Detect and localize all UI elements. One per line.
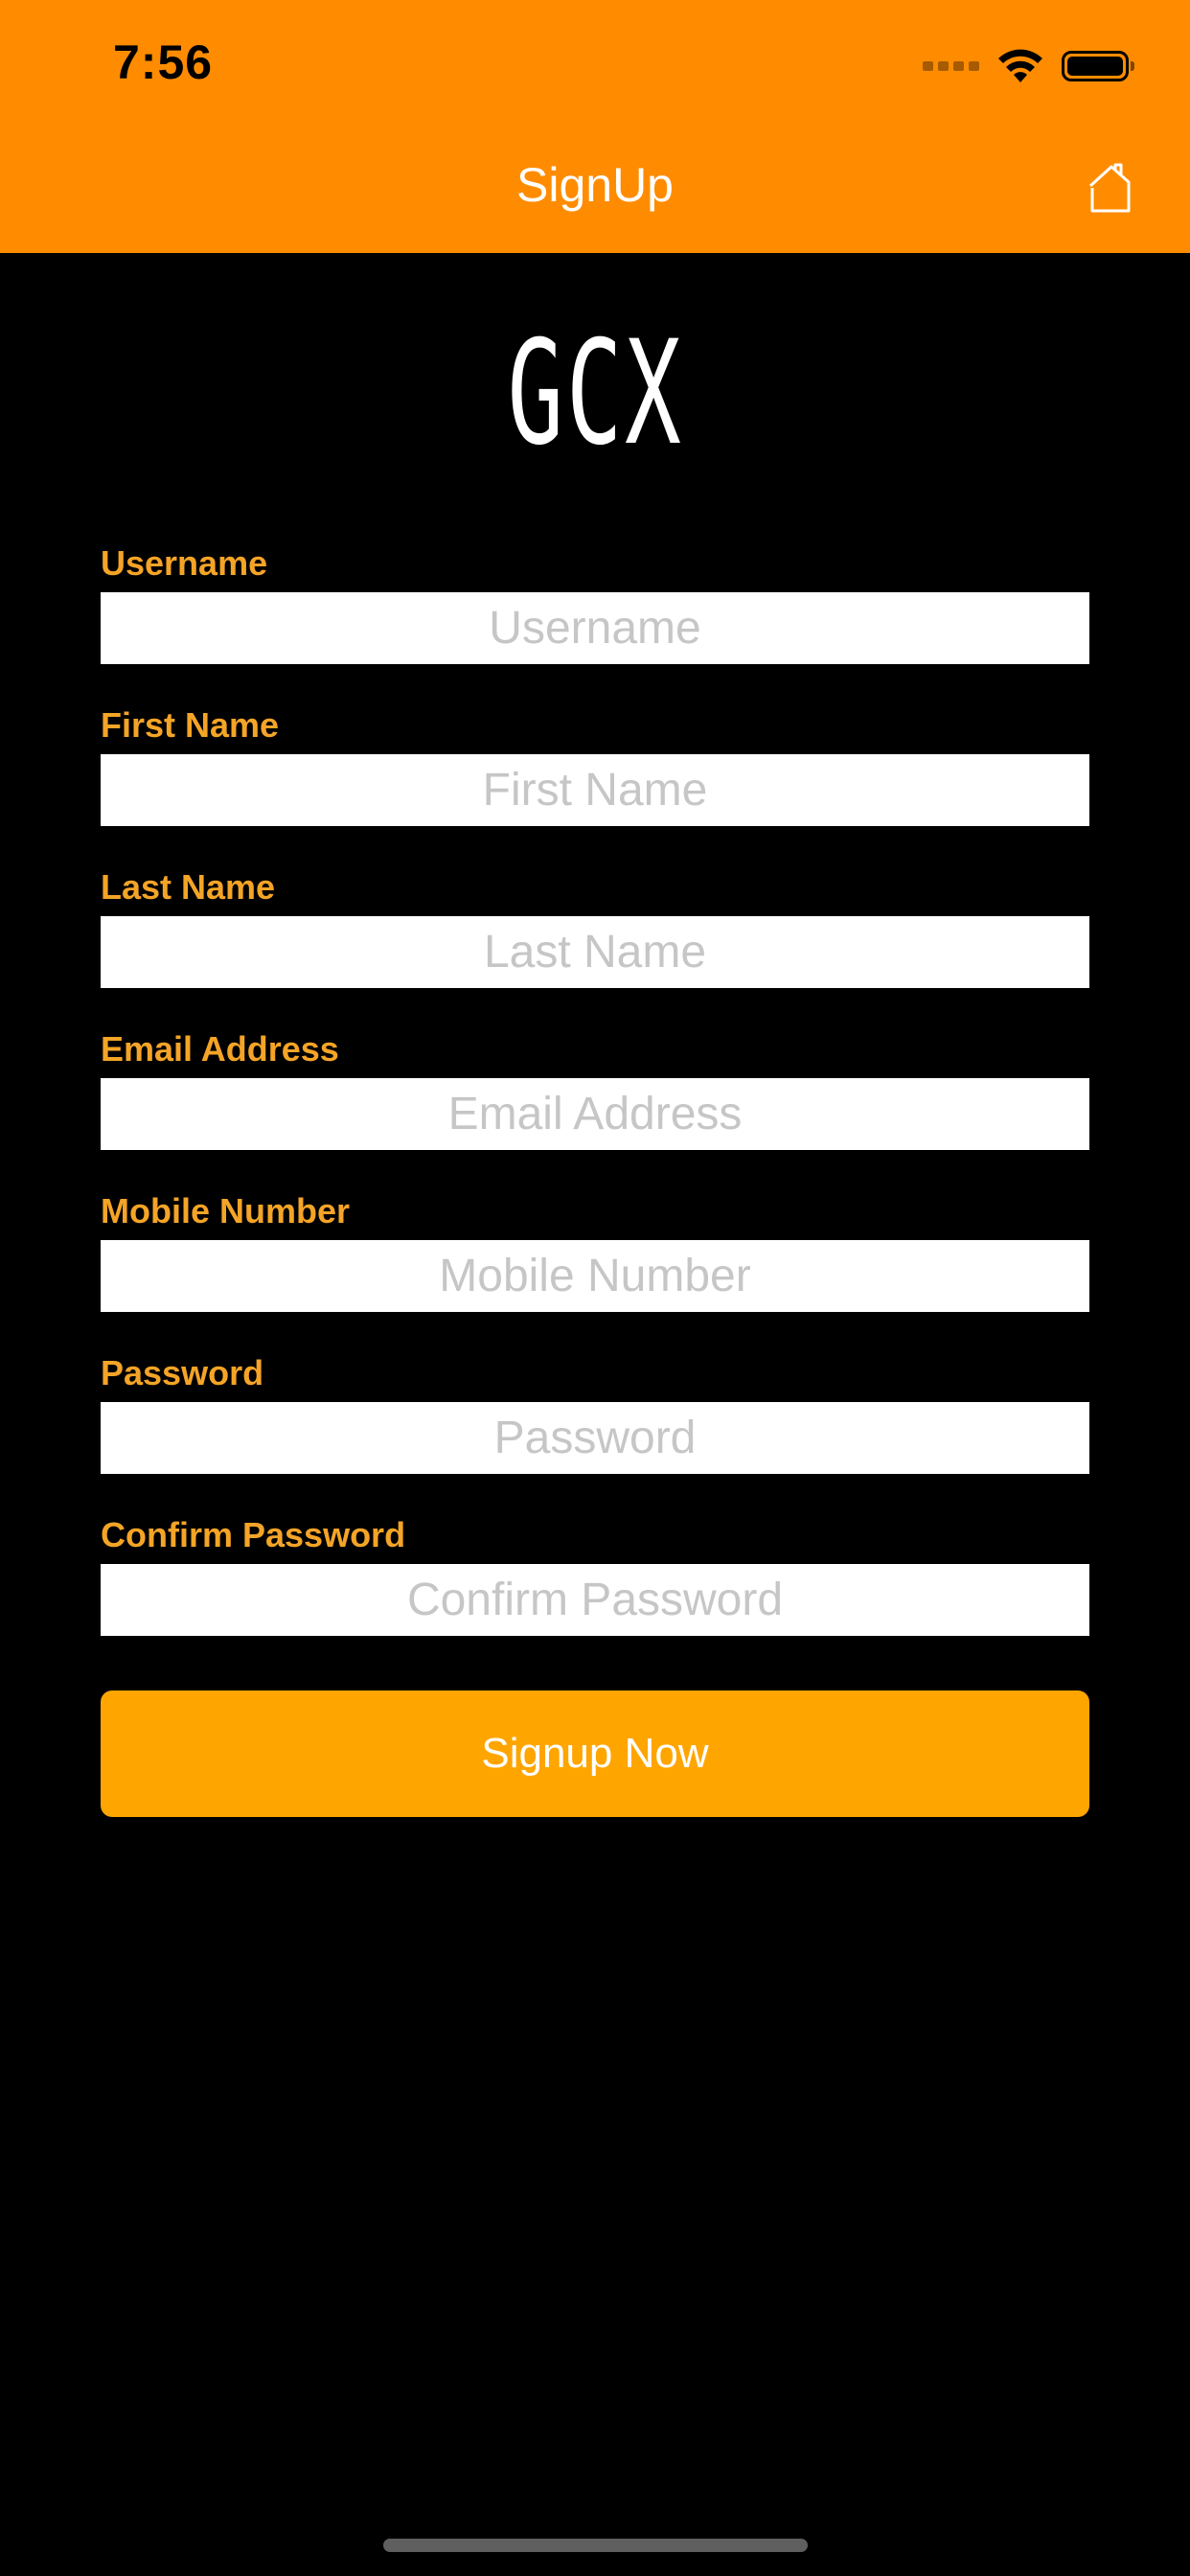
mobile-label: Mobile Number xyxy=(101,1191,351,1230)
last-name-label: Last Name xyxy=(101,867,276,907)
username-label: Username xyxy=(101,543,268,583)
email-input[interactable] xyxy=(101,1078,1089,1150)
password-label: Password xyxy=(101,1353,264,1392)
signup-form: Username First Name Last Name Email Addr… xyxy=(101,533,1089,1667)
email-label: Email Address xyxy=(101,1029,339,1069)
confirm-password-label: Confirm Password xyxy=(101,1515,406,1554)
wifi-icon xyxy=(998,49,1042,82)
battery-icon xyxy=(1062,51,1134,81)
username-input[interactable] xyxy=(101,592,1089,664)
confirm-password-input[interactable] xyxy=(101,1564,1089,1636)
logo-text: GCX xyxy=(507,310,683,477)
mobile-input[interactable] xyxy=(101,1240,1089,1312)
password-input[interactable] xyxy=(101,1402,1089,1474)
home-icon[interactable] xyxy=(1083,159,1140,217)
status-time: 7:56 xyxy=(113,35,214,89)
first-name-label: First Name xyxy=(101,705,280,745)
app-header: 7:56 SignUp xyxy=(0,0,1190,253)
signup-button[interactable]: Signup Now xyxy=(101,1690,1089,1817)
first-name-input[interactable] xyxy=(101,754,1089,826)
signal-icon xyxy=(923,61,979,71)
status-icons xyxy=(923,42,1134,90)
app-logo: GCX xyxy=(0,310,1190,477)
page-title: SignUp xyxy=(516,158,674,212)
home-indicator[interactable] xyxy=(383,2539,808,2552)
last-name-input[interactable] xyxy=(101,916,1089,988)
